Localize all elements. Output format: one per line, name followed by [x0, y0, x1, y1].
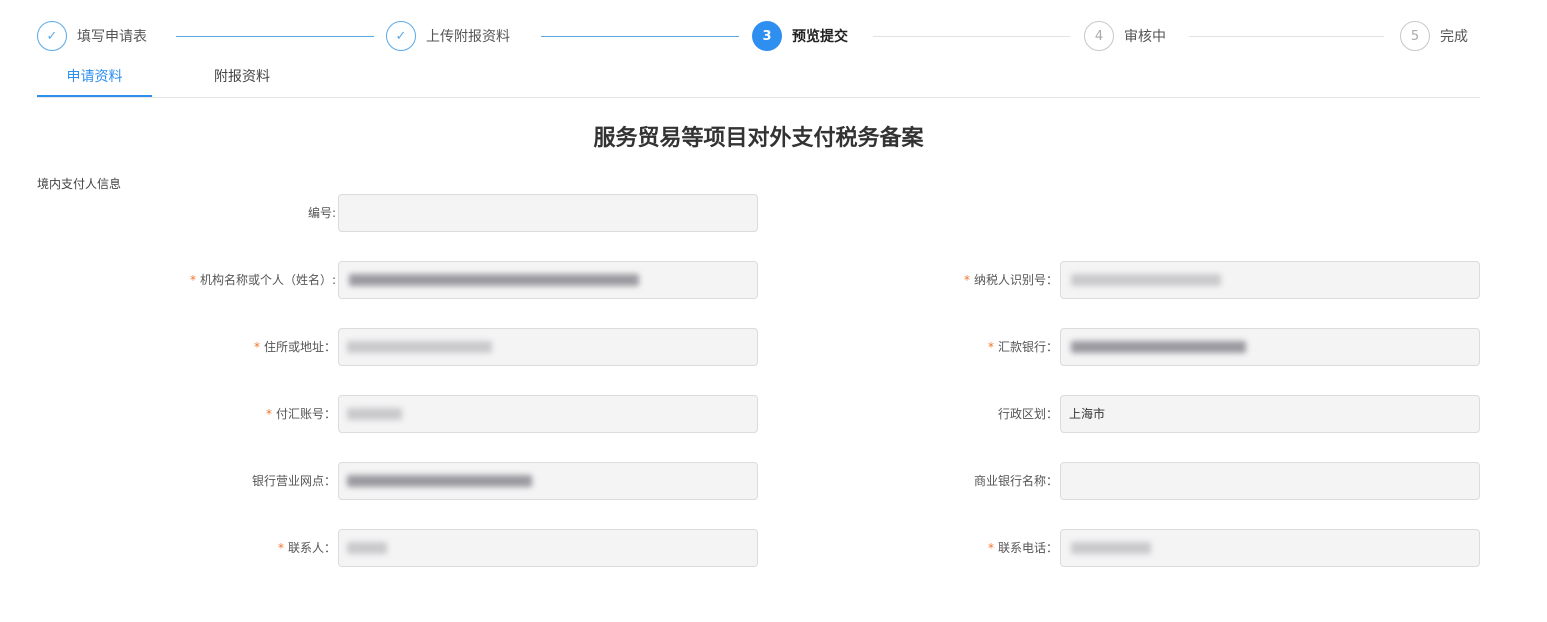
tab-attachments[interactable]: 附报资料 — [192, 62, 292, 97]
required-mark: * — [963, 273, 970, 287]
step-4: 4 审核中 — [1084, 21, 1166, 51]
contact-field[interactable] — [338, 529, 758, 567]
field-label-address: * 住所或地址： — [253, 340, 336, 354]
redacted-value — [347, 475, 532, 487]
step-number-badge: 5 — [1400, 21, 1430, 51]
required-mark: * — [189, 273, 196, 287]
step-connector — [176, 36, 374, 37]
field-label-phone: * 联系电话： — [987, 541, 1058, 555]
step-1: ✓ 填写申请表 — [37, 21, 147, 51]
redacted-value — [1071, 341, 1246, 353]
required-mark: * — [987, 541, 994, 555]
address-field[interactable] — [338, 328, 758, 366]
step-2: ✓ 上传附报资料 — [386, 21, 510, 51]
field-label-contact: * 联系人： — [277, 541, 336, 555]
required-mark: * — [265, 407, 272, 421]
field-label-branch: 银行营业网点： — [251, 474, 336, 488]
field-label-org-name: * 机构名称或个人（姓名）: — [189, 273, 336, 287]
step-3: 3 预览提交 — [752, 21, 848, 51]
phone-field[interactable] — [1060, 529, 1480, 567]
redacted-value — [347, 408, 402, 420]
step-5-label: 完成 — [1440, 29, 1468, 45]
check-icon: ✓ — [386, 21, 416, 51]
required-mark: * — [987, 340, 994, 354]
redacted-value — [347, 341, 492, 353]
step-2-label: 上传附报资料 — [426, 29, 510, 45]
redacted-value — [349, 274, 639, 286]
step-1-label: 填写申请表 — [77, 29, 147, 45]
remit-bank-field[interactable] — [1060, 328, 1480, 366]
step-5: 5 完成 — [1400, 21, 1468, 51]
section-title: 境内支付人信息 — [37, 177, 122, 191]
region-field[interactable]: 上海市 — [1060, 395, 1480, 433]
field-label-region: 行政区划： — [997, 407, 1058, 421]
step-connector — [873, 36, 1070, 37]
redacted-value — [1071, 542, 1151, 554]
step-4-label: 审核中 — [1124, 29, 1166, 45]
field-label-remit-bank: * 汇款银行： — [987, 340, 1058, 354]
account-field[interactable] — [338, 395, 758, 433]
commercial-bank-field[interactable] — [1060, 462, 1480, 500]
required-mark: * — [277, 541, 284, 555]
required-mark: * — [253, 340, 260, 354]
step-3-label: 预览提交 — [792, 29, 848, 45]
form-title: 服务贸易等项目对外支付税务备案 — [593, 126, 924, 151]
field-label-commercial-bank: 商业银行名称： — [973, 474, 1058, 488]
step-number-badge: 4 — [1084, 21, 1114, 51]
redacted-value — [1071, 274, 1221, 286]
step-connector — [1189, 36, 1384, 37]
field-label-taxpayer-id: * 纳税人识别号： — [963, 273, 1058, 287]
org-name-field[interactable] — [338, 261, 758, 299]
check-icon: ✓ — [37, 21, 67, 51]
tab-bar: 申请资料 附报资料 — [37, 62, 1480, 98]
redacted-value — [347, 542, 387, 554]
taxpayer-id-field[interactable] — [1060, 261, 1480, 299]
field-label-number: 编号: — [307, 206, 336, 220]
field-label-account: * 付汇账号： — [265, 407, 336, 421]
tab-application[interactable]: 申请资料 — [37, 62, 152, 97]
branch-field[interactable] — [338, 462, 758, 500]
step-number-badge: 3 — [752, 21, 782, 51]
step-connector — [541, 36, 739, 37]
number-field[interactable] — [338, 194, 758, 232]
